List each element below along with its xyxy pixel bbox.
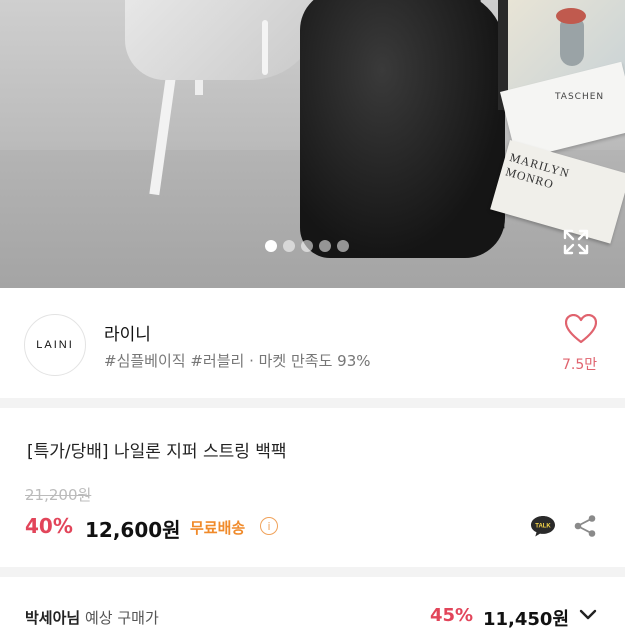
- discount-rate: 40%: [25, 514, 73, 538]
- product-image-carousel[interactable]: TASCHEN MARILYN MONRO: [0, 0, 625, 288]
- buyer-estimated-price: 11,450원: [483, 609, 570, 630]
- image-gray-bag: [125, 0, 320, 80]
- buyer-estimate-text: 예상 구매가: [80, 609, 159, 627]
- product-title: [특가/당배] 나일론 지퍼 스트링 백팩: [27, 442, 287, 462]
- likes-count: 7.5만: [562, 357, 598, 373]
- store-tags: #심플베이직 #러블리 · 마켓 만족도 93%: [104, 352, 371, 370]
- buyer-discount-rate: 45%: [430, 605, 474, 626]
- expand-icon[interactable]: [563, 229, 589, 255]
- image-black-bag: [300, 0, 505, 258]
- heart-icon[interactable]: [565, 314, 597, 344]
- share-icon[interactable]: [573, 514, 597, 538]
- image-bag-string: [262, 20, 268, 75]
- carousel-dot[interactable]: [319, 240, 331, 252]
- store-logo-text: LAINI: [36, 339, 74, 351]
- carousel-dot[interactable]: [283, 240, 295, 252]
- image-vase: [560, 18, 584, 66]
- kakaotalk-icon[interactable]: TALK: [530, 514, 556, 538]
- image-book-title: TASCHEN: [555, 92, 605, 102]
- section-divider: [0, 567, 625, 577]
- section-divider: [0, 398, 625, 408]
- buyer-name: 박세아님: [25, 609, 81, 627]
- sale-price: 12,600원: [85, 518, 181, 542]
- carousel-dots: [265, 240, 349, 252]
- carousel-dot[interactable]: [265, 240, 277, 252]
- carousel-dot[interactable]: [337, 240, 349, 252]
- original-price: 21,200원: [25, 486, 92, 504]
- info-icon-symbol: i: [267, 519, 271, 533]
- store-name[interactable]: 라이니: [104, 320, 151, 345]
- info-icon[interactable]: i: [260, 517, 278, 535]
- chevron-down-icon[interactable]: [579, 607, 597, 623]
- store-logo[interactable]: LAINI: [24, 314, 86, 376]
- image-flower: [556, 8, 586, 24]
- carousel-dot[interactable]: [301, 240, 313, 252]
- store-info: LAINI 라이니 #심플베이직 #러블리 · 마켓 만족도 93% 7.5만: [0, 288, 625, 400]
- free-shipping-label: 무료배송: [190, 519, 246, 537]
- svg-text:TALK: TALK: [535, 524, 551, 530]
